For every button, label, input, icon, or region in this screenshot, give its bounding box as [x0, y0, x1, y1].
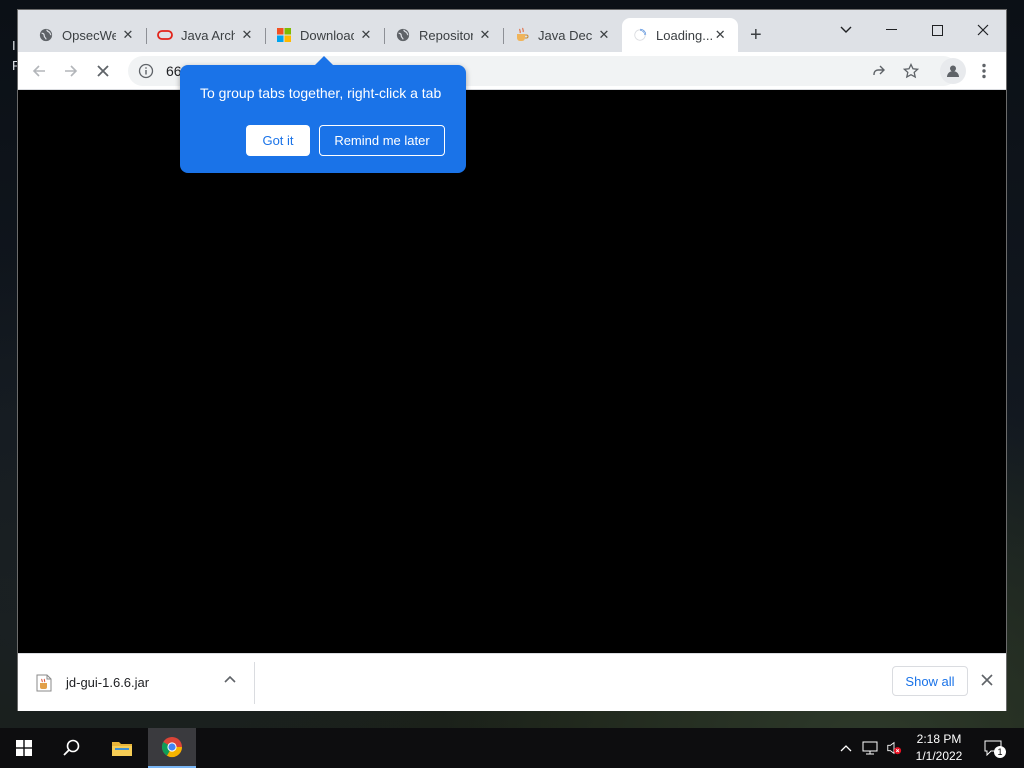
download-filename: jd-gui-1.6.6.jar — [66, 675, 150, 690]
got-it-button[interactable]: Got it — [246, 125, 310, 156]
loading-spinner-icon — [632, 27, 648, 43]
volume-muted-icon[interactable] — [886, 740, 902, 756]
tab-groups-tooltip: To group tabs together, right-click a ta… — [180, 56, 466, 173]
download-divider — [254, 662, 255, 704]
tab-close-icon[interactable]: ✕ — [239, 27, 255, 43]
download-shelf: jd-gui-1.6.6.jar Show all — [18, 653, 1006, 711]
oracle-icon — [157, 27, 173, 43]
remind-me-later-button[interactable]: Remind me later — [319, 125, 445, 156]
info-icon[interactable] — [138, 63, 154, 79]
clock-time: 2:18 PM — [916, 732, 962, 746]
chrome-taskbar-icon[interactable] — [148, 728, 196, 768]
windows-start-icon[interactable] — [0, 728, 48, 768]
microsoft-icon — [276, 27, 292, 43]
network-icon[interactable] — [862, 740, 878, 756]
tooltip-arrow — [315, 56, 333, 65]
forward-arrow-icon[interactable] — [60, 60, 82, 82]
tab-close-icon[interactable]: ✕ — [712, 27, 728, 43]
tab-loading[interactable]: Loading... ✕ — [622, 18, 738, 52]
bookmark-star-icon[interactable] — [900, 60, 922, 82]
tab-close-icon[interactable]: ✕ — [477, 27, 493, 43]
desktop-label-1: I — [12, 38, 16, 53]
notification-count-badge: 1 — [994, 746, 1006, 758]
search-icon[interactable] — [48, 728, 96, 768]
tab-download[interactable]: Download ✕ — [266, 18, 384, 52]
stop-loading-icon[interactable] — [92, 60, 114, 82]
tab-repository[interactable]: Repository ✕ — [385, 18, 503, 52]
show-all-button[interactable]: Show all — [892, 666, 968, 696]
globe-icon — [38, 27, 54, 43]
clock-date: 1/1/2022 — [915, 749, 963, 763]
tab-title: Java Archive — [181, 27, 235, 43]
chevron-up-tray-icon[interactable] — [838, 740, 854, 756]
tab-title: Repository — [419, 27, 473, 43]
back-arrow-icon[interactable] — [28, 60, 50, 82]
browser-toolbar: 66.7 — [18, 52, 1006, 90]
tab-title: OpsecWeb — [62, 27, 116, 43]
system-clock[interactable]: 2:18 PM 1/1/2022 — [904, 731, 974, 765]
globe-icon — [395, 27, 411, 43]
maximize-button[interactable] — [917, 16, 957, 44]
tab-title: Download — [300, 27, 354, 43]
file-explorer-icon[interactable] — [98, 728, 146, 768]
menu-kebab-icon[interactable] — [973, 60, 995, 82]
tab-search-chevron-icon[interactable] — [826, 16, 866, 44]
new-tab-button[interactable]: + — [750, 24, 762, 47]
notification-center-icon[interactable]: 1 — [983, 740, 1006, 758]
tab-close-icon[interactable]: ✕ — [596, 27, 612, 43]
tab-close-icon[interactable]: ✕ — [358, 27, 374, 43]
close-window-button[interactable] — [963, 16, 1003, 44]
java-cup-icon — [514, 27, 530, 43]
tab-java-decompiler[interactable]: Java Decompiler ✕ — [504, 18, 622, 52]
tab-title: Java Decompiler — [538, 27, 592, 43]
profile-avatar-icon[interactable] — [940, 58, 966, 84]
taskbar: 2:18 PM 1/1/2022 1 — [0, 728, 1024, 768]
share-icon[interactable] — [868, 60, 890, 82]
minimize-button[interactable] — [871, 16, 911, 44]
close-download-shelf-icon[interactable] — [980, 673, 996, 689]
download-item[interactable]: jd-gui-1.6.6.jar — [36, 654, 149, 711]
chevron-up-icon[interactable] — [223, 673, 237, 687]
jar-file-icon — [36, 674, 52, 692]
tab-close-icon[interactable]: ✕ — [120, 27, 136, 43]
tab-java-archive[interactable]: Java Archive ✕ — [147, 18, 265, 52]
tab-strip: OpsecWeb ✕ Java Archive ✕ Download ✕ — [18, 10, 1006, 52]
tooltip-text: To group tabs together, right-click a ta… — [200, 85, 442, 101]
page-viewport[interactable] — [18, 90, 1006, 653]
chrome-window: OpsecWeb ✕ Java Archive ✕ Download ✕ — [18, 10, 1006, 711]
tab-opsecweb[interactable]: OpsecWeb ✕ — [28, 18, 146, 52]
tab-title: Loading... — [656, 27, 713, 43]
